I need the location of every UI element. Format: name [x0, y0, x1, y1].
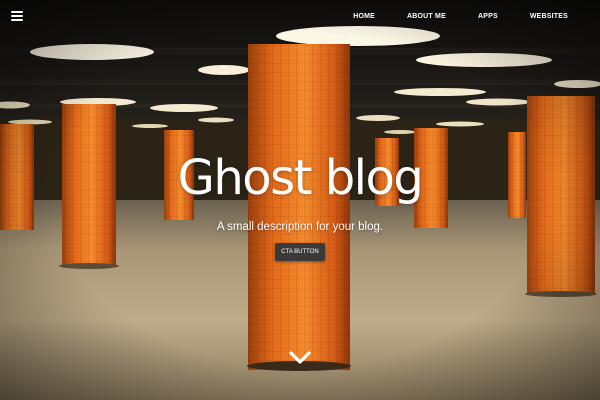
blog-description: A small description for your blog.	[216, 221, 384, 233]
nav-link-about-me[interactable]: ABOUT ME	[407, 12, 446, 21]
nav-link-home[interactable]: HOME	[353, 12, 375, 21]
blog-title: Ghost blog	[177, 150, 424, 206]
nav-link-websites[interactable]: WEBSITES	[530, 12, 568, 21]
chevron-down-icon[interactable]	[288, 348, 312, 368]
hamburger-menu-icon[interactable]	[11, 10, 25, 22]
hero-section: HOME ABOUT ME APPS WEBSITES Ghost blog A…	[0, 0, 600, 400]
top-navigation-bar: HOME ABOUT ME APPS WEBSITES	[0, 0, 600, 32]
main-nav: HOME ABOUT ME APPS WEBSITES	[321, 12, 568, 21]
cta-button[interactable]: CTA BUTTON	[275, 243, 325, 261]
nav-link-apps[interactable]: APPS	[478, 12, 498, 21]
